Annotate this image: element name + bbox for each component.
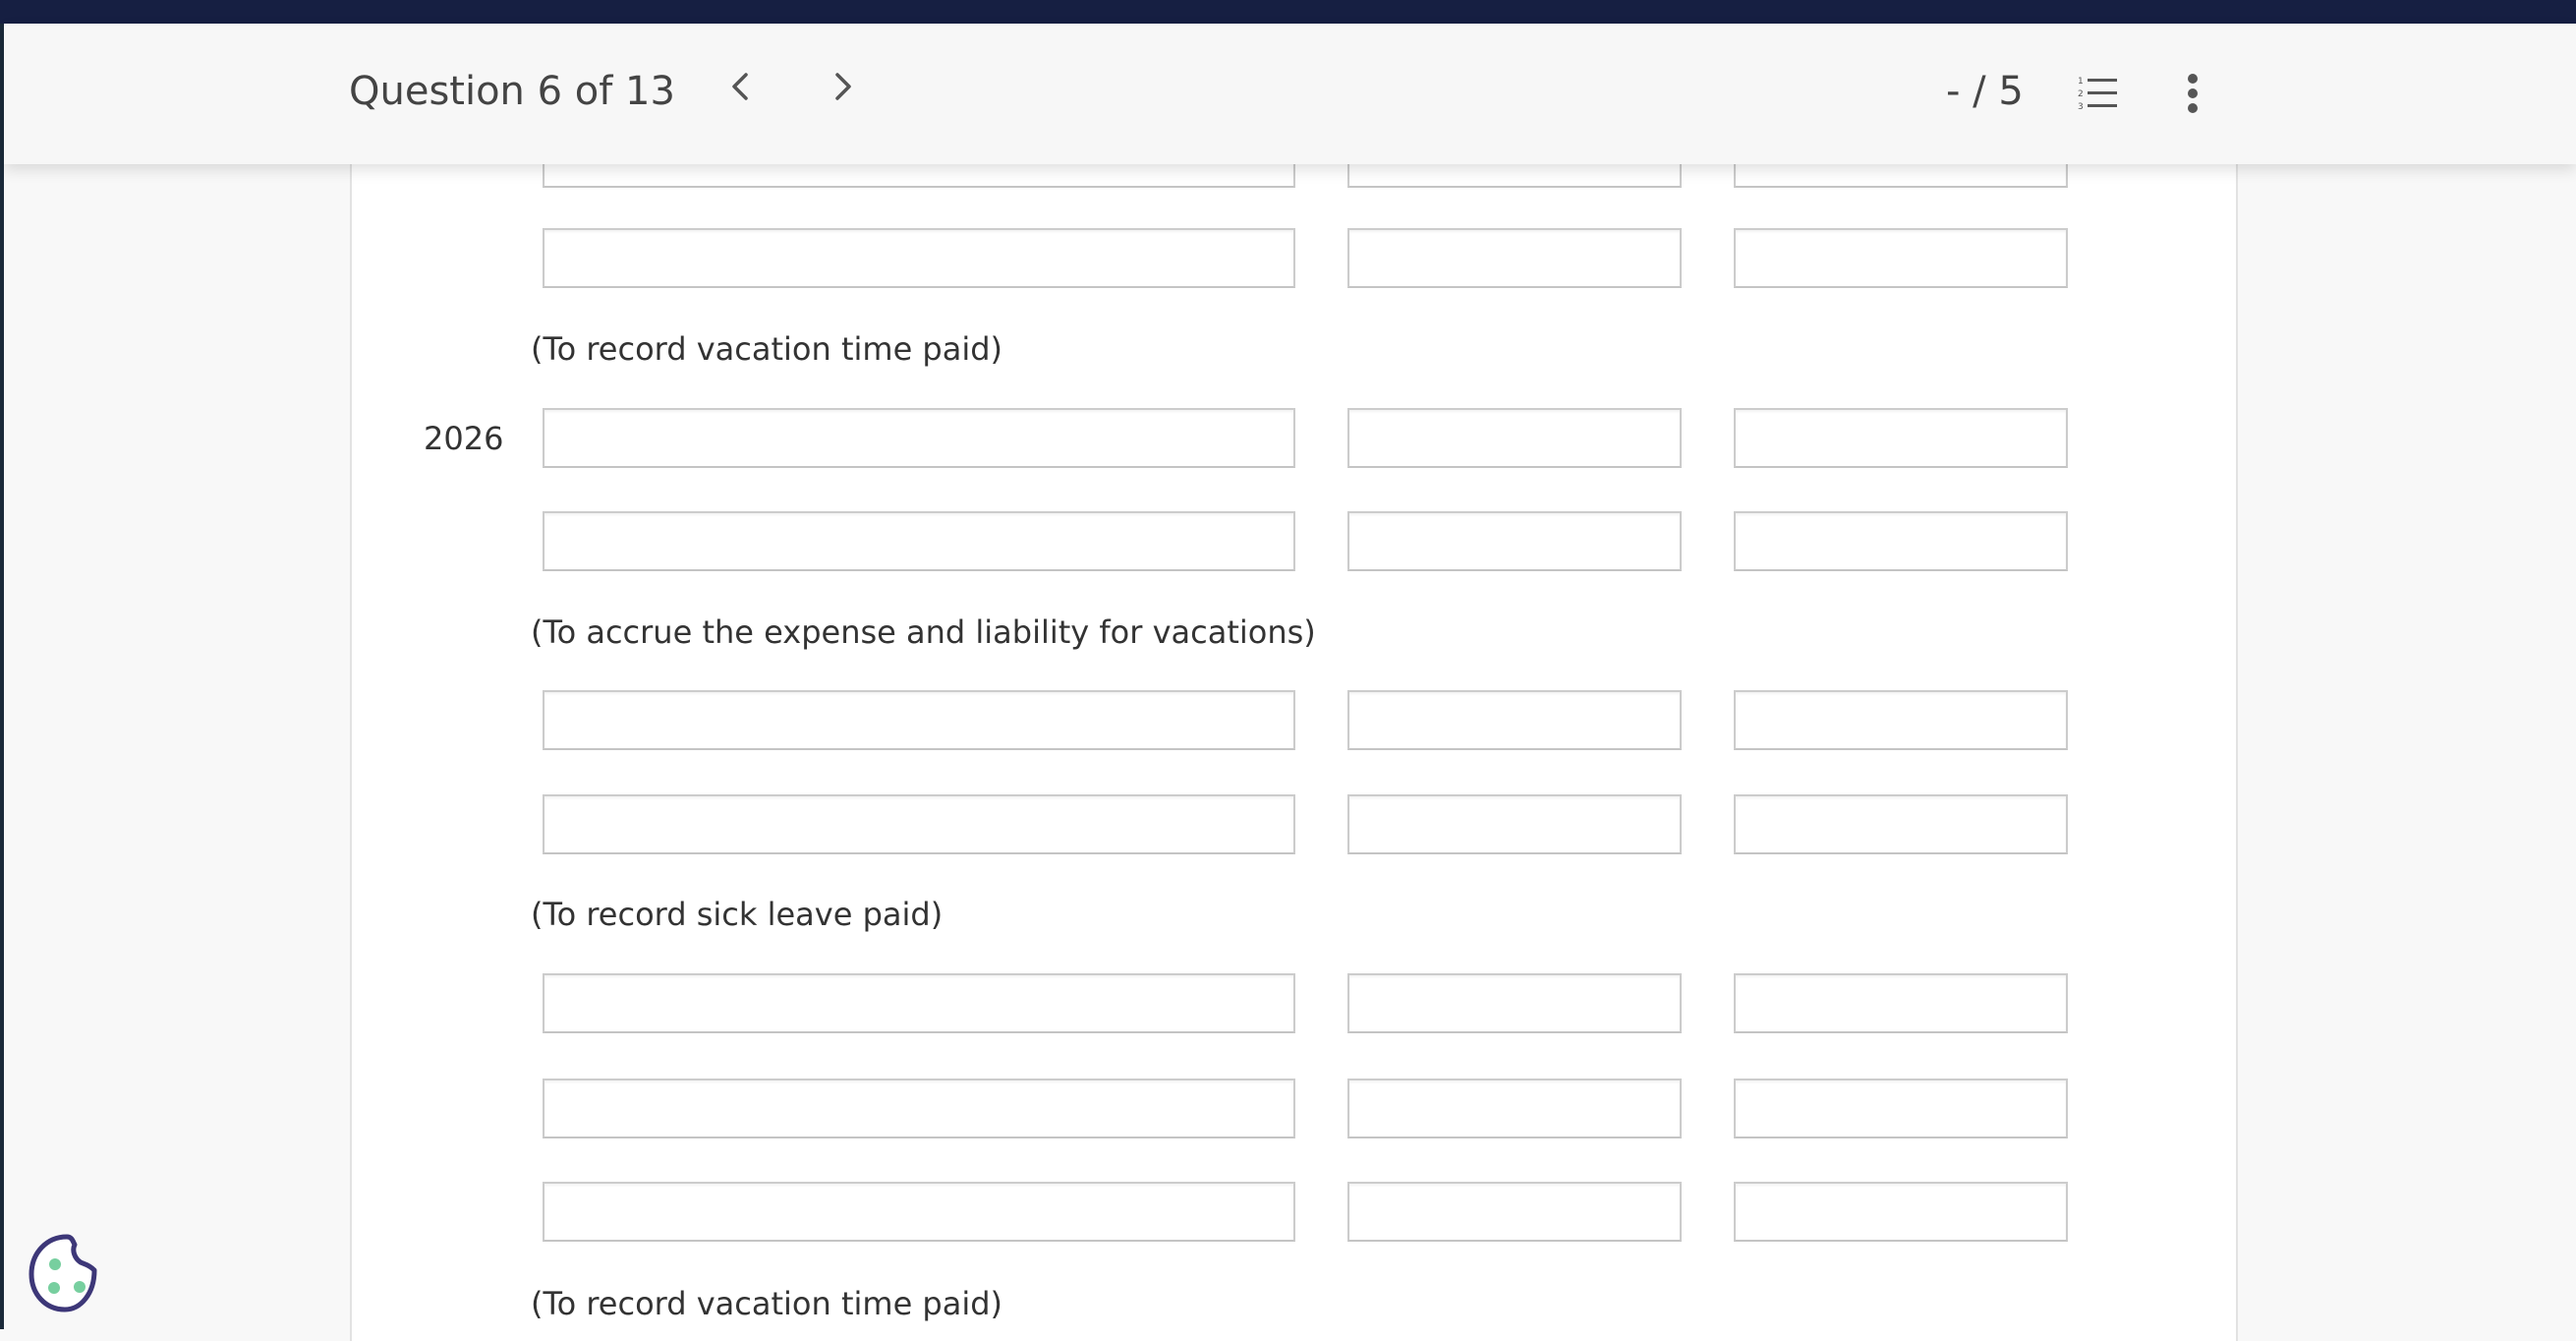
chevron-right-icon <box>835 73 851 100</box>
debit-input[interactable] <box>1347 228 1682 288</box>
svg-text:2: 2 <box>2078 89 2084 99</box>
debit-input[interactable] <box>1347 1079 1682 1138</box>
account-input[interactable] <box>543 973 1295 1033</box>
account-input[interactable] <box>543 1182 1295 1242</box>
top-bar <box>0 0 2576 24</box>
next-question-button[interactable] <box>830 67 857 116</box>
window-edge <box>0 0 4 1329</box>
account-input[interactable] <box>543 794 1295 854</box>
credit-input[interactable] <box>1734 1079 2068 1138</box>
cookie-icon[interactable] <box>26 1231 110 1315</box>
account-input[interactable] <box>543 228 1295 288</box>
previous-question-button[interactable] <box>726 67 754 116</box>
credit-input[interactable] <box>1734 511 2068 571</box>
entry-caption: (To record vacation time paid) <box>531 1285 1003 1322</box>
account-input[interactable] <box>543 511 1295 571</box>
debit-input[interactable] <box>1347 1182 1682 1242</box>
entry-caption: (To record vacation time paid) <box>531 330 1003 368</box>
svg-text:3: 3 <box>2078 102 2084 112</box>
debit-input[interactable] <box>1347 408 1682 468</box>
entry-caption: (To accrue the expense and liability for… <box>531 613 1316 651</box>
question-panel <box>350 24 2238 1341</box>
question-header: Question 6 of 13 - / 5 1 2 3 <box>4 24 2576 164</box>
account-input[interactable] <box>543 408 1295 468</box>
account-input[interactable] <box>543 690 1295 750</box>
more-vertical-icon[interactable] <box>2186 73 2200 114</box>
debit-input[interactable] <box>1347 690 1682 750</box>
question-counter: Question 6 of 13 <box>349 69 675 114</box>
year-label: 2026 <box>424 420 504 457</box>
debit-input[interactable] <box>1347 794 1682 854</box>
credit-input[interactable] <box>1734 973 2068 1033</box>
entry-caption: (To record sick leave paid) <box>531 896 944 933</box>
numbered-list-icon[interactable]: 1 2 3 <box>2078 75 2119 112</box>
account-input[interactable] <box>543 1079 1295 1138</box>
credit-input[interactable] <box>1734 690 2068 750</box>
debit-input[interactable] <box>1347 973 1682 1033</box>
credit-input[interactable] <box>1734 408 2068 468</box>
debit-input[interactable] <box>1347 511 1682 571</box>
chevron-left-icon <box>732 73 748 100</box>
svg-text:1: 1 <box>2078 77 2084 87</box>
credit-input[interactable] <box>1734 1182 2068 1242</box>
credit-input[interactable] <box>1734 794 2068 854</box>
credit-input[interactable] <box>1734 228 2068 288</box>
score-display: - / 5 <box>1946 69 2024 114</box>
